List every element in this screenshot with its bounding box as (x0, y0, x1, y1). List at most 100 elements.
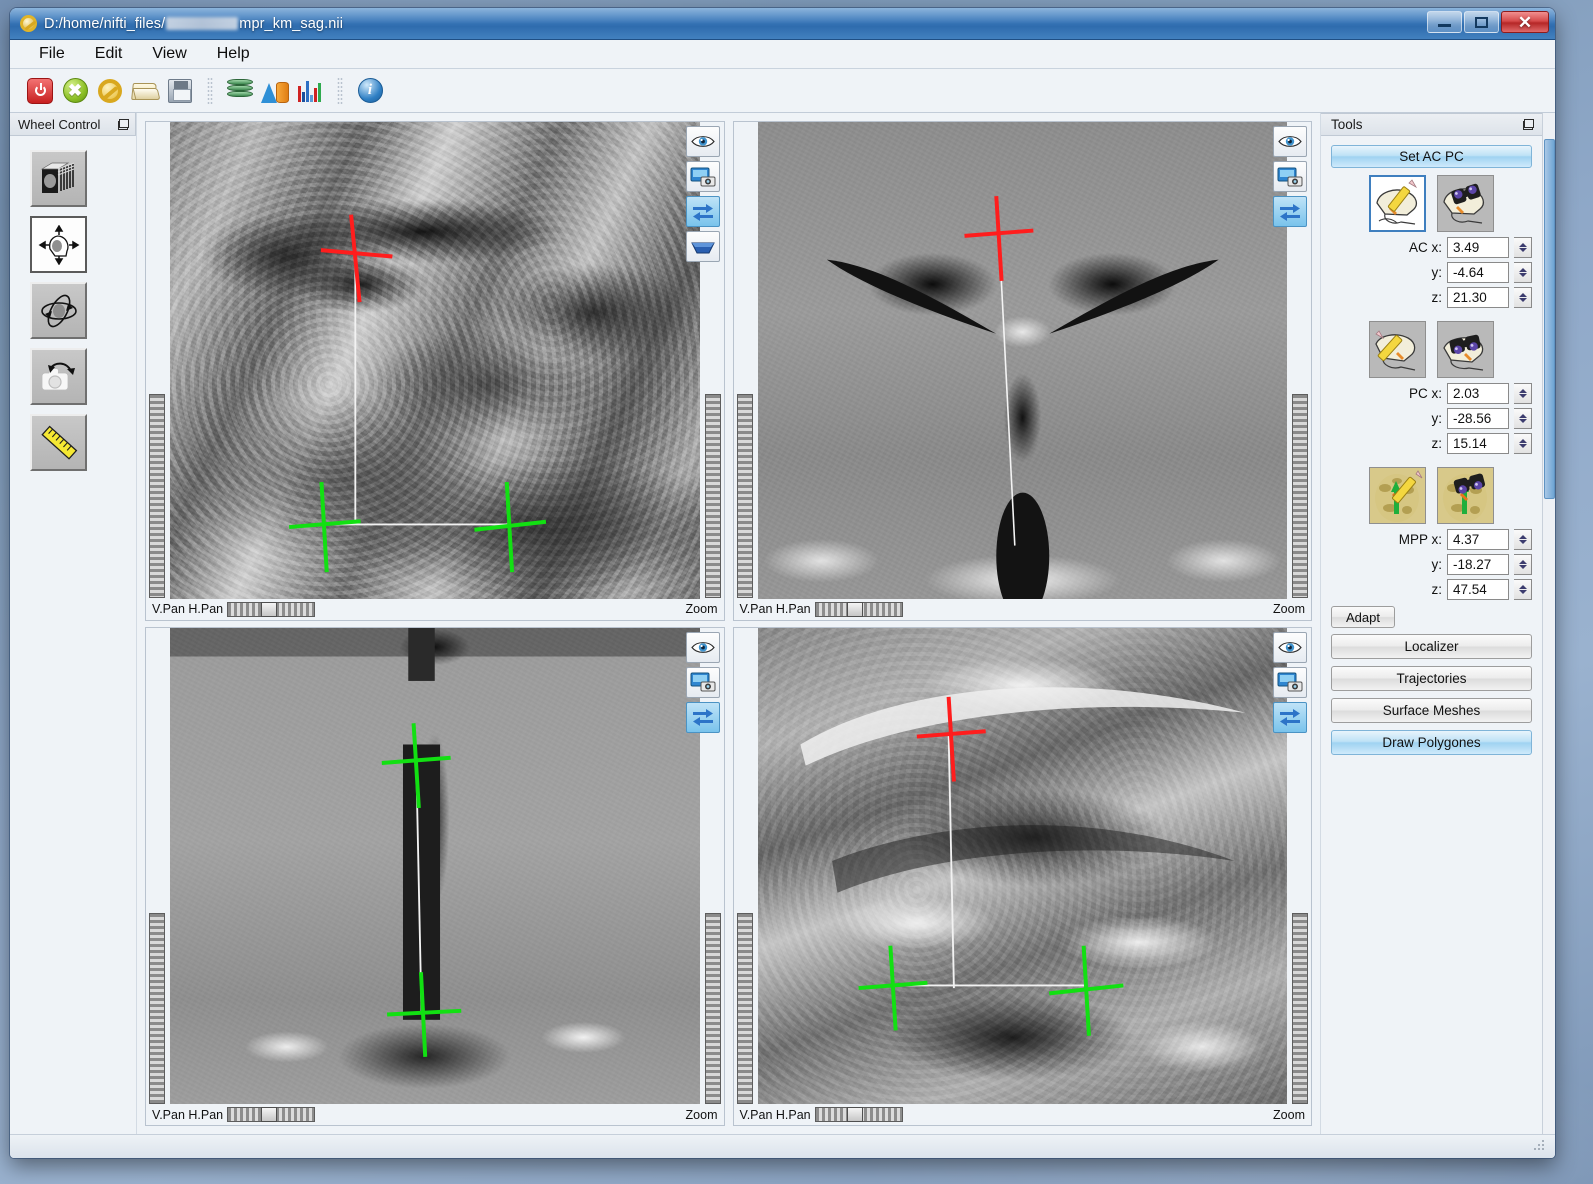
wheel-measure-button[interactable] (30, 414, 87, 471)
mpp-x-field[interactable]: 4.37 (1447, 529, 1509, 550)
set-acpc-button[interactable]: Set AC PC (1331, 145, 1532, 168)
wheel-rotate-button[interactable] (30, 282, 87, 339)
localizer-button[interactable]: Localizer (1331, 634, 1532, 659)
mpp-y-stepper[interactable] (1514, 554, 1532, 575)
ac-view-binocular-icon[interactable] (1437, 175, 1494, 232)
mpp-y-field[interactable]: -18.27 (1447, 554, 1509, 575)
shapes-button[interactable] (259, 75, 291, 107)
pc-x-stepper[interactable] (1514, 383, 1532, 404)
minimize-button[interactable] (1427, 11, 1462, 33)
slice-scroll-strip-left[interactable] (737, 394, 753, 599)
viewport-coronal-top-right[interactable]: V.Pan H.Pan Zoom (733, 121, 1313, 621)
ac-z-stepper[interactable] (1514, 287, 1532, 308)
mpp-z-field[interactable]: 47.54 (1447, 579, 1509, 600)
sync-views-button[interactable] (686, 196, 720, 227)
volume-stack-button[interactable] (224, 75, 256, 107)
viewport-sagittal-bottom-right[interactable]: V.Pan H.Pan Zoom (733, 627, 1313, 1127)
pc-y-stepper[interactable] (1514, 408, 1532, 429)
app-logo-button[interactable] (94, 75, 126, 107)
menu-view[interactable]: View (141, 42, 197, 66)
viewport-sagittal-top-left[interactable]: V.Pan H.Pan Zoom (145, 121, 725, 621)
sync-views-button[interactable] (1273, 196, 1307, 227)
menu-edit[interactable]: Edit (84, 42, 134, 66)
screenshot-button[interactable] (686, 161, 720, 192)
pan-label: V.Pan H.Pan (152, 602, 223, 616)
wheel-control-title: Wheel Control (18, 117, 100, 132)
visibility-toggle-button[interactable] (686, 126, 720, 157)
brain-axial-pencil-glyph (1370, 468, 1425, 523)
undock-icon[interactable] (1523, 119, 1534, 130)
mri-grain (170, 628, 700, 1105)
pan-slider[interactable] (227, 1107, 315, 1122)
visibility-toggle-button[interactable] (1273, 632, 1307, 663)
info-button[interactable]: i (354, 75, 386, 107)
ac-x-stepper[interactable] (1514, 237, 1532, 258)
pc-pick-pencil-icon[interactable] (1369, 321, 1426, 378)
viewport-axial-bottom-left[interactable]: V.Pan H.Pan Zoom (145, 627, 725, 1127)
slice-scroll-strip-right[interactable] (1292, 394, 1308, 599)
slice-scroll-strip-left[interactable] (737, 913, 753, 1104)
pan-slider[interactable] (815, 1107, 903, 1122)
volume-box-button[interactable] (686, 231, 720, 262)
undock-icon[interactable] (118, 119, 129, 130)
sync-views-button[interactable] (1273, 702, 1307, 733)
histogram-button[interactable] (294, 75, 326, 107)
visibility-toggle-button[interactable] (686, 632, 720, 663)
viewport-canvas[interactable] (734, 628, 1312, 1105)
wheel-camera-button[interactable] (30, 348, 87, 405)
ac-y-stepper[interactable] (1514, 262, 1532, 283)
exit-button[interactable] (24, 75, 56, 107)
surface-meshes-button[interactable]: Surface Meshes (1331, 698, 1532, 723)
menu-file[interactable]: File (28, 42, 76, 66)
menu-bar: File Edit View Help (10, 40, 1555, 69)
slice-scroll-strip-right[interactable] (1292, 913, 1308, 1104)
viewport-canvas[interactable] (734, 122, 1312, 599)
pc-view-binocular-icon[interactable] (1437, 321, 1494, 378)
ac-pick-pencil-icon[interactable] (1369, 175, 1426, 232)
pan-slider-knob[interactable] (261, 602, 277, 617)
close-document-button[interactable]: ✖ (59, 75, 91, 107)
wheel-pan-button[interactable] (30, 216, 87, 273)
screenshot-camera-icon (1277, 167, 1303, 187)
pan-slider[interactable] (227, 602, 315, 617)
pc-x-field[interactable]: 2.03 (1447, 383, 1509, 404)
menu-help[interactable]: Help (206, 42, 261, 66)
open-file-button[interactable] (129, 75, 161, 107)
pan-slider[interactable] (815, 602, 903, 617)
pan-slider-knob[interactable] (847, 1107, 863, 1122)
mpp-x-stepper[interactable] (1514, 529, 1532, 550)
screenshot-button[interactable] (686, 667, 720, 698)
draw-polygones-button[interactable]: Draw Polygones (1331, 730, 1532, 755)
pan-slider-knob[interactable] (261, 1107, 277, 1122)
wheel-slice-button[interactable] (30, 150, 87, 207)
maximize-button[interactable] (1464, 11, 1499, 33)
adapt-button[interactable]: Adapt (1331, 606, 1395, 628)
ac-y-field[interactable]: -4.64 (1447, 262, 1509, 283)
pc-z-stepper[interactable] (1514, 433, 1532, 454)
pc-y-field[interactable]: -28.56 (1447, 408, 1509, 429)
ac-z-field[interactable]: 21.30 (1447, 287, 1509, 308)
ac-x-field[interactable]: 3.49 (1447, 237, 1509, 258)
slice-scroll-strip-right[interactable] (705, 394, 721, 599)
screenshot-button[interactable] (1273, 161, 1307, 192)
mpp-z-stepper[interactable] (1514, 579, 1532, 600)
visibility-toggle-button[interactable] (1273, 126, 1307, 157)
pan-slider-knob[interactable] (847, 602, 863, 617)
screenshot-button[interactable] (1273, 667, 1307, 698)
mpp-pick-pencil-icon[interactable] (1369, 467, 1426, 524)
close-button[interactable]: ✕ (1501, 11, 1549, 33)
trajectories-button[interactable]: Trajectories (1331, 666, 1532, 691)
save-button[interactable] (164, 75, 196, 107)
pc-z-field[interactable]: 15.14 (1447, 433, 1509, 454)
slice-scroll-strip-right[interactable] (705, 913, 721, 1104)
tools-panel-scroll-thumb[interactable] (1544, 139, 1555, 499)
slice-scroll-strip-left[interactable] (149, 394, 165, 599)
viewport-canvas[interactable] (146, 122, 724, 599)
tools-panel-scrollbar[interactable] (1542, 113, 1555, 1134)
viewport-canvas[interactable] (146, 628, 724, 1105)
sync-views-button[interactable] (686, 702, 720, 733)
slice-scroll-strip-left[interactable] (149, 913, 165, 1104)
screenshot-camera-icon (690, 167, 716, 187)
resize-grip-icon[interactable] (1534, 1140, 1547, 1153)
mpp-view-binocular-icon[interactable] (1437, 467, 1494, 524)
